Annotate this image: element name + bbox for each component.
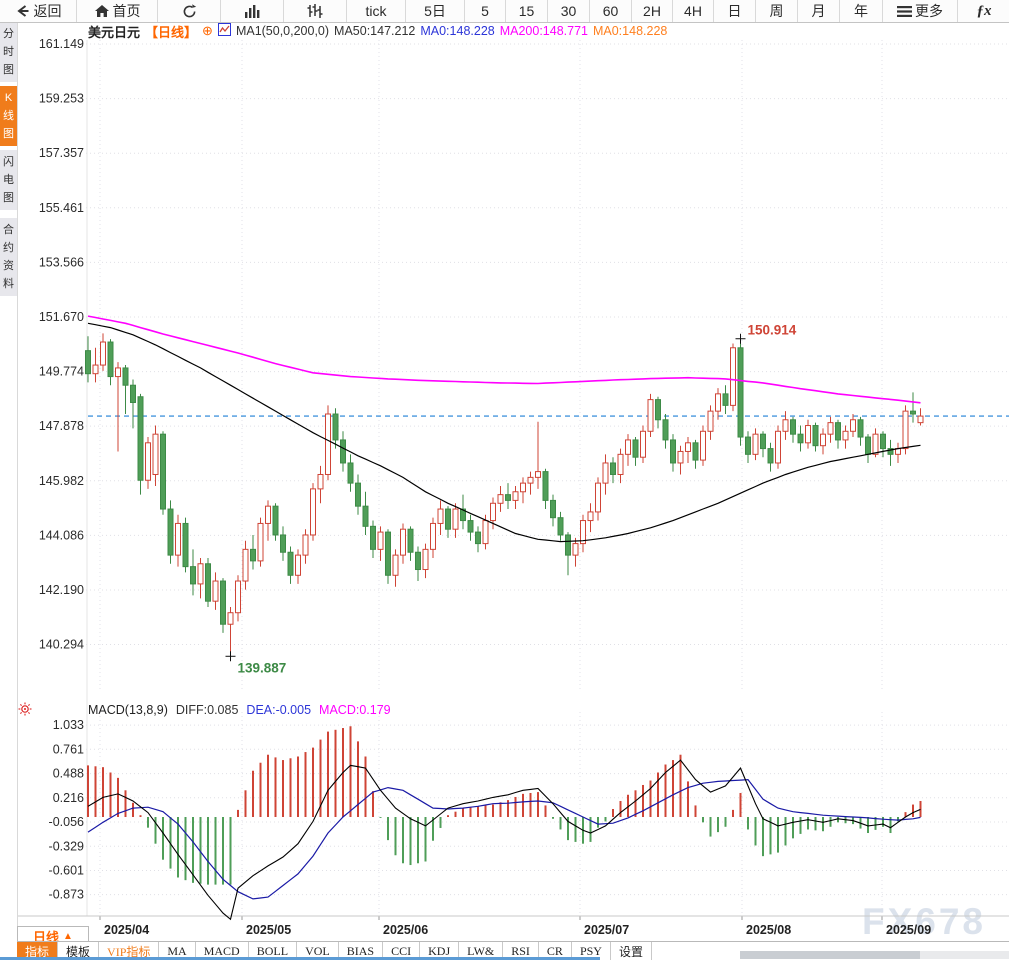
interval-week[interactable]: 周: [756, 0, 798, 22]
svg-text:-0.056: -0.056: [49, 815, 84, 829]
svg-text:149.774: 149.774: [39, 365, 84, 379]
svg-text:155.461: 155.461: [39, 201, 84, 215]
home-icon: [94, 3, 110, 19]
interval-4h[interactable]: 4H: [673, 0, 714, 22]
interval-2h[interactable]: 2H: [632, 0, 673, 22]
ma200-value: MA200:148.771: [499, 24, 588, 38]
chart-header: 美元日元 【日线】 ⊕ MA1(50,0,200,0) MA50:147.212…: [88, 23, 668, 40]
svg-text:140.294: 140.294: [39, 638, 84, 652]
indicator-settings-icon[interactable]: [18, 702, 32, 721]
sidebar-item-time-chart[interactable]: 分时图: [0, 22, 17, 82]
dea-line: [87, 778, 921, 900]
svg-text:1.033: 1.033: [53, 718, 84, 732]
macd-axis-labels: 1.033 0.761 0.488 0.216 -0.056 -0.329 -0.601 -0…: [49, 718, 85, 902]
period-label: 【日线】: [145, 24, 198, 40]
svg-text:-0.329: -0.329: [49, 839, 84, 853]
chart-canvas[interactable]: 161.149 159.253 157.357 155.461 153.566 151.6…: [0, 0, 1009, 960]
interval-tick[interactable]: tick: [347, 0, 406, 22]
sidebar-item-kline-chart[interactable]: K线图: [0, 86, 17, 146]
home-button[interactable]: 首页: [77, 0, 158, 22]
macd-header: MACD(13,8,9) DIFF:0.085 DEA:-0.005 MACD:…: [88, 703, 391, 718]
macd-title[interactable]: MACD(13,8,9): [88, 703, 168, 718]
refresh-button[interactable]: [158, 0, 221, 22]
left-sidebar: 分时图 K线图闪电图合约资料: [0, 22, 18, 960]
svg-text:2025/08: 2025/08: [746, 923, 791, 937]
interval-60[interactable]: 60: [590, 0, 632, 22]
macd-diff-value: DIFF:0.085: [175, 703, 239, 717]
trading-app-window: 返回首页tick5日51530602H4H日周月年更多ƒx⊖⊕△▽$模拟 分时图…: [0, 0, 1009, 960]
svg-text:2025/09: 2025/09: [886, 923, 931, 937]
bar-chart-button[interactable]: [221, 0, 284, 22]
candlestick-series: [85, 333, 924, 657]
svg-text:2025/06: 2025/06: [383, 923, 428, 937]
ma0-blue-value: MA0:148.228: [420, 24, 495, 38]
interval-day[interactable]: 日: [714, 0, 756, 22]
svg-text:147.878: 147.878: [39, 419, 84, 433]
interval-5d[interactable]: 5日: [406, 0, 465, 22]
symbol-name: 美元日元: [88, 24, 141, 40]
macd-macd-value: MACD:0.179: [319, 703, 391, 717]
sidebar-item-contract-info[interactable]: 合约资料: [0, 218, 17, 296]
diff-line: [87, 759, 921, 921]
interval-30[interactable]: 30: [548, 0, 590, 22]
svg-text:2025/07: 2025/07: [584, 923, 629, 937]
top-toolbar: 返回首页tick5日51530602H4H日周月年更多ƒx⊖⊕△▽$模拟: [0, 0, 1009, 23]
back-button[interactable]: 返回: [0, 0, 77, 22]
back-icon: [15, 3, 31, 19]
svg-text:0.488: 0.488: [53, 767, 84, 781]
svg-text:151.670: 151.670: [39, 310, 84, 324]
svg-text:2025/04: 2025/04: [104, 923, 149, 937]
more-button[interactable]: 更多: [883, 0, 958, 22]
svg-text:145.982: 145.982: [39, 474, 84, 488]
ma-settings-label[interactable]: MA1(50,0,200,0): [236, 24, 329, 38]
interval-year[interactable]: 年: [840, 0, 883, 22]
svg-text:159.253: 159.253: [39, 92, 84, 106]
bar-chart-icon: [243, 3, 261, 19]
svg-text:0.216: 0.216: [53, 791, 84, 805]
sidebar-item-lightning-chart[interactable]: 闪电图: [0, 150, 17, 210]
menu-icon: [897, 5, 912, 18]
refresh-icon: [181, 3, 198, 20]
svg-text:2025/05: 2025/05: [246, 923, 291, 937]
svg-text:157.357: 157.357: [39, 146, 84, 160]
svg-text:139.887: 139.887: [238, 660, 287, 675]
interval-15[interactable]: 15: [506, 0, 548, 22]
svg-text:144.086: 144.086: [39, 528, 84, 542]
svg-text:0.761: 0.761: [53, 742, 84, 756]
svg-text:153.566: 153.566: [39, 255, 84, 269]
time-axis-labels: 2025/04 2025/05 2025/06 2025/07 2025/08 2025/…: [104, 923, 931, 937]
macd-dea-value: DEA:-0.005: [246, 703, 312, 717]
interval-month[interactable]: 月: [798, 0, 840, 22]
candlestick-button[interactable]: [284, 0, 347, 22]
horizontal-scrollbar-thumb[interactable]: [740, 951, 920, 959]
interval-5[interactable]: 5: [465, 0, 506, 22]
tab-settings[interactable]: 设置: [610, 942, 652, 960]
chart-type-icon[interactable]: [217, 23, 231, 39]
indicator-fx-button[interactable]: ƒx: [958, 0, 1009, 22]
svg-text:161.149: 161.149: [39, 37, 84, 51]
svg-text:-0.873: -0.873: [49, 888, 84, 902]
ma0-orange-value: MA0:148.228: [592, 24, 668, 38]
candlestick-icon: [306, 3, 324, 19]
svg-text:142.190: 142.190: [39, 583, 84, 597]
macd-histogram: [87, 726, 922, 885]
ma50-value: MA50:147.212: [334, 24, 416, 38]
svg-text:-0.601: -0.601: [49, 863, 84, 877]
price-axis-labels: 161.149 159.253 157.357 155.461 153.566 151.6…: [39, 37, 84, 652]
horizontal-scrollbar-track[interactable]: [920, 951, 1009, 959]
svg-text:150.914: 150.914: [748, 323, 797, 338]
add-indicator-icon[interactable]: ⊕: [202, 23, 213, 39]
